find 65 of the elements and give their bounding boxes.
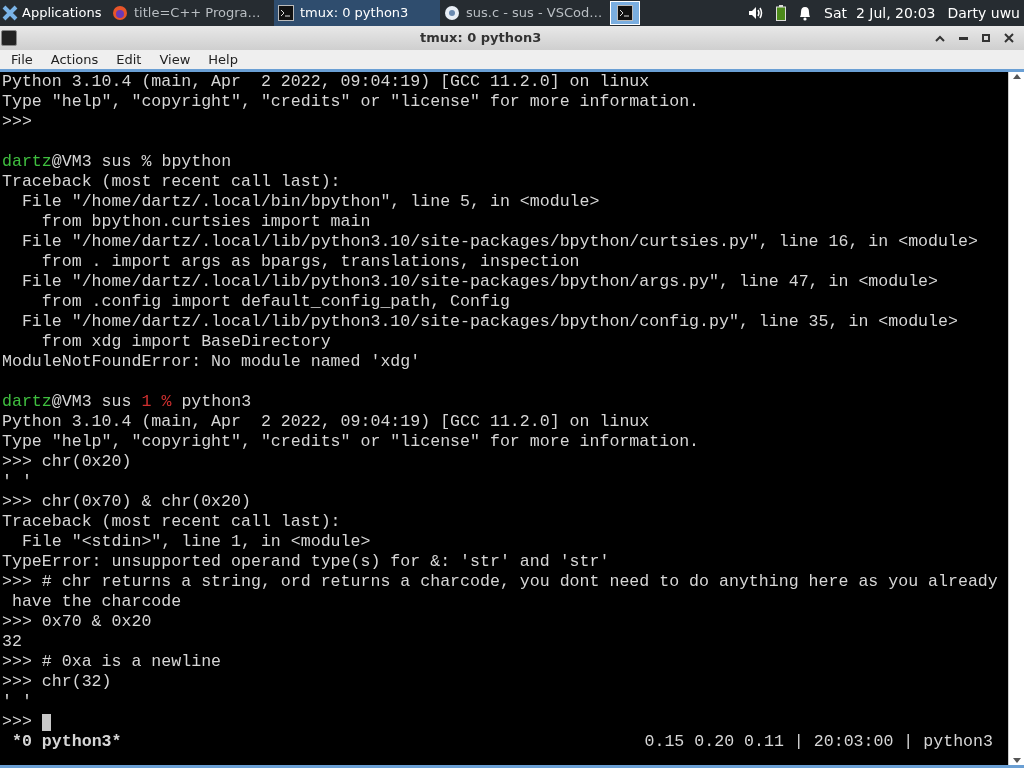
terminal-line: >>> 0x70 & 0x20 — [2, 612, 152, 632]
prompt-symbol: % — [141, 152, 152, 172]
terminal-line: from xdg import BaseDirectory — [40, 332, 331, 352]
chevron-up-icon[interactable] — [935, 34, 945, 42]
prompt-user: dartz — [2, 152, 52, 172]
terminal-line: ' ' — [2, 472, 32, 492]
prompt-symbol: % — [161, 392, 172, 412]
taskbar-button[interactable]: title=C++ Progra… — [108, 0, 274, 26]
minimize-icon[interactable] — [959, 36, 968, 40]
terminal-line: from . import args as bpargs, translations, inspection — [40, 252, 580, 272]
terminal-command: bpython — [161, 152, 232, 172]
terminal-line: >>> # chr returns a string, ord returns a charcode, you dont need to do anything here as you already — [2, 572, 998, 592]
clock[interactable]: Sat 2 Jul, 20:03 — [824, 2, 936, 24]
status-info: 0.15 0.20 0.11 | 20:03:00 | python3 — [644, 732, 993, 752]
terminal-line: Type "help", "copyright", "credits" or "license" for more information. — [2, 432, 700, 452]
menu-item[interactable]: View — [150, 49, 200, 70]
bell-icon[interactable] — [798, 5, 813, 21]
terminal-line: Traceback (most recent call last): — [2, 512, 341, 532]
maximize-icon[interactable] — [982, 34, 990, 42]
volume-icon[interactable] — [748, 6, 765, 20]
scroll-down-icon[interactable] — [1012, 758, 1021, 763]
workspace-button[interactable] — [610, 1, 640, 25]
terminal-line: >>> chr(0x70) & chr(0x20) — [2, 492, 251, 512]
close-icon[interactable] — [1004, 33, 1014, 43]
terminal-command: python3 — [181, 392, 252, 412]
prompt-location: @VM3 sus — [51, 392, 132, 412]
terminal-line: File "/home/dartz/.local/lib/python3.10/site-packages/bpython/args.py", line 47, in <module> — [20, 272, 939, 292]
window-title: tmux: 0 python3 — [420, 29, 542, 48]
terminal-line: >>> chr(32) — [2, 672, 112, 692]
terminal-line: have the charcode — [10, 592, 182, 612]
menu-item[interactable]: File — [2, 49, 42, 70]
prompt-location: @VM3 sus — [51, 152, 132, 172]
terminal-line: >>> — [2, 712, 32, 732]
terminal-line: Python 3.10.4 (main, Apr 2 2022, 09:04:19) [GCC 11.2.0] on linux — [2, 412, 650, 432]
scroll-up-icon[interactable] — [1012, 74, 1021, 79]
terminal-line: File "/home/dartz/.local/bin/bpython", line 5, in <module> — [20, 192, 600, 212]
terminal-line: ModuleNotFoundError: No module named 'xdg' — [2, 352, 421, 372]
exit-status: 1 — [141, 392, 152, 412]
applications-menu[interactable]: Applications — [22, 3, 102, 23]
user-name[interactable]: Darty uwu — [947, 2, 1020, 24]
menu-item[interactable]: Help — [199, 49, 247, 70]
terminal-line: from bpython.curtsies import main — [40, 212, 371, 232]
terminal-line: File "/home/dartz/.local/lib/python3.10/site-packages/bpython/config.py", line 35, in <module> — [20, 312, 958, 332]
terminal-line: Type "help", "copyright", "credits" or "license" for more information. — [2, 92, 700, 112]
terminal-line: TypeError: unsupported operand type(s) for &: 'str' and 'str' — [2, 552, 610, 572]
taskbar-button[interactable]: tmux: 0 python3 — [274, 0, 440, 26]
menu-item[interactable]: Edit — [107, 49, 151, 70]
terminal-line: ' ' — [2, 692, 32, 712]
taskbar-button[interactable]: sus.c - sus - VSCod… — [440, 0, 606, 26]
terminal-line: >>> — [2, 112, 32, 132]
terminal-line: >>> chr(0x20) — [2, 452, 132, 472]
prompt-user: dartz — [2, 392, 52, 412]
battery-icon[interactable] — [776, 5, 787, 21]
x-logo-icon[interactable] — [2, 5, 18, 21]
scrollbar[interactable] — [1008, 72, 1024, 765]
terminal-line: File "<stdin>", line 1, in <module> — [20, 532, 371, 552]
browser-icon — [112, 5, 128, 21]
terminal-line: File "/home/dartz/.local/lib/python3.10/site-packages/bpython/curtsies.py", line 16, in <module> — [20, 232, 978, 252]
terminal-line: from .config import default_config_path, Config — [40, 292, 510, 312]
terminal-line: Python 3.10.4 (main, Apr 2 2022, 09:04:19) [GCC 11.2.0] on linux — [2, 72, 650, 92]
terminal-line: >>> # 0xa is a newline — [2, 652, 222, 672]
menu-item[interactable]: Actions — [41, 49, 108, 70]
terminal-line: Traceback (most recent call last): — [2, 172, 341, 192]
window-list: *0 python3* — [0, 732, 122, 752]
terminal-line: 32 — [2, 632, 22, 652]
